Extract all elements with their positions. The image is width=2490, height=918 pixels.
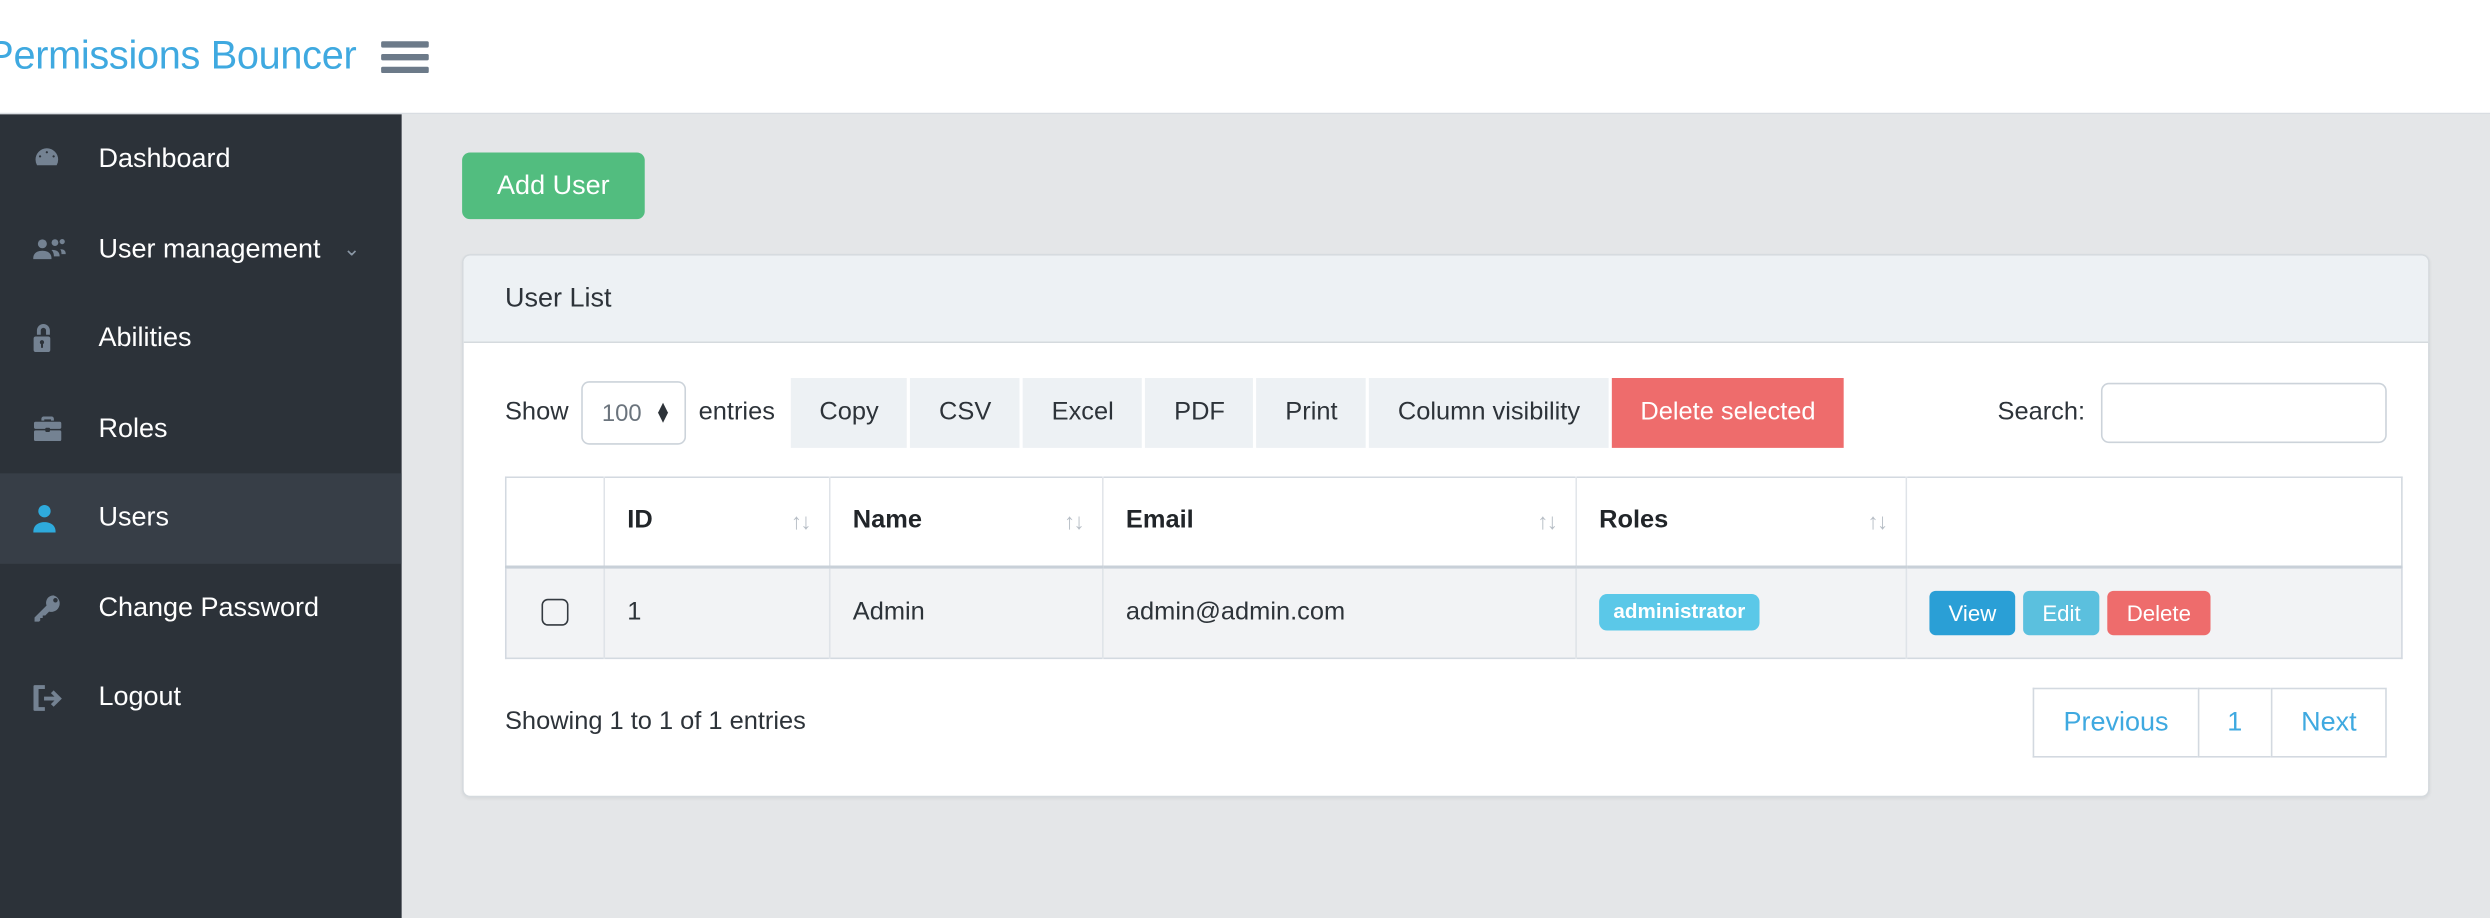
pdf-button[interactable]: PDF — [1145, 378, 1254, 448]
row-action-buttons: View Edit Delete — [1929, 590, 2378, 635]
role-badge: administrator — [1599, 594, 1760, 631]
column-visibility-button[interactable]: Column visibility — [1369, 378, 1609, 448]
hamburger-icon[interactable] — [381, 37, 430, 75]
column-header-email[interactable]: Email ↑↓ — [1102, 477, 1577, 568]
sidebar-item-label: Change Password — [98, 592, 320, 623]
unlock-icon — [32, 323, 80, 355]
hamburger-bar — [381, 40, 430, 47]
sidebar-nav: Dashboard User management ⌄ Abilities Ro… — [0, 114, 402, 918]
users-group-icon — [32, 234, 80, 264]
excel-button[interactable]: Excel — [1023, 378, 1143, 448]
print-button[interactable]: Print — [1256, 378, 1367, 448]
sidebar-item-label: Dashboard — [98, 143, 231, 174]
table-body: 1 Admin admin@admin.com administrator Vi… — [505, 565, 2402, 658]
sort-icon[interactable]: ↑↓ — [791, 509, 812, 534]
entries-length-control: Show 100 ▲ ▼ entries — [505, 381, 775, 445]
entries-select[interactable]: 100 ▲ ▼ — [581, 381, 686, 445]
sort-icon[interactable]: ↑↓ — [1867, 509, 1888, 534]
search-label: Search: — [1997, 398, 2086, 426]
sidebar-item-label: Abilities — [98, 322, 192, 353]
cell-name: Admin — [829, 565, 1104, 658]
sidebar-item-dashboard[interactable]: Dashboard — [0, 114, 402, 204]
column-header-label: Roles — [1599, 507, 1669, 535]
column-header-actions — [1906, 477, 2402, 568]
app-viewport: Permissions Bouncer Dashboard User manag… — [0, 0, 2490, 918]
column-header-select — [505, 477, 606, 568]
column-header-label: Email — [1125, 507, 1194, 535]
user-list-card: User List Show 100 ▲ ▼ entries Copy CSV … — [462, 254, 2430, 797]
delete-selected-button[interactable]: Delete selected — [1611, 378, 1845, 448]
csv-button[interactable]: CSV — [910, 378, 1020, 448]
card-title: User List — [463, 255, 2429, 344]
entries-select-value: 100 — [601, 399, 642, 427]
column-header-label: Name — [852, 507, 922, 535]
column-header-id[interactable]: ID ↑↓ — [604, 477, 831, 568]
table-head: ID ↑↓ Name ↑↓ Email ↑↓ Roles ↑↓ — [505, 477, 2402, 568]
dashboard-gauge-icon — [32, 144, 80, 174]
users-table: ID ↑↓ Name ↑↓ Email ↑↓ Roles ↑↓ 1 Admin … — [504, 476, 2403, 659]
logout-icon — [32, 683, 80, 713]
row-select-cell — [505, 565, 606, 658]
show-label: Show — [504, 398, 569, 426]
card-body: Show 100 ▲ ▼ entries Copy CSV Excel PDF … — [464, 343, 2428, 795]
delete-button[interactable]: Delete — [2107, 590, 2211, 635]
pagination-previous[interactable]: Previous — [2033, 686, 2198, 757]
sort-icon[interactable]: ↑↓ — [1064, 509, 1085, 534]
sidebar-item-label: Users — [98, 502, 169, 533]
search-input[interactable] — [2100, 382, 2387, 444]
sidebar-item-label: Logout — [98, 681, 182, 712]
app-brand-title: Permissions Bouncer — [0, 33, 357, 78]
sidebar-item-abilities[interactable]: Abilities — [0, 294, 402, 384]
copy-button[interactable]: Copy — [790, 378, 908, 448]
pagination-next[interactable]: Next — [2270, 686, 2387, 757]
hamburger-bar — [381, 53, 430, 60]
add-user-button[interactable]: Add User — [462, 152, 645, 220]
entries-info: Showing 1 to 1 of 1 entries — [504, 707, 806, 735]
chevron-down-icon[interactable]: ⌄ — [343, 239, 360, 260]
search-control: Search: — [1997, 382, 2387, 444]
key-icon — [32, 592, 80, 624]
entries-label: entries — [698, 398, 775, 426]
column-header-name[interactable]: Name ↑↓ — [829, 477, 1104, 568]
view-button[interactable]: View — [1929, 590, 2016, 635]
main-content: Add User User List Show 100 ▲▼ entries — [401, 114, 2490, 918]
table-header-row: ID ↑↓ Name ↑↓ Email ↑↓ Roles ↑↓ — [505, 477, 2402, 568]
sidebar-item-users[interactable]: Users — [0, 473, 402, 564]
table-row: 1 Admin admin@admin.com administrator Vi… — [505, 565, 2402, 658]
sidebar-item-logout[interactable]: Logout — [0, 653, 402, 743]
column-header-label: ID — [627, 507, 653, 535]
stepper-arrows-icon: ▲ ▼ — [654, 398, 672, 428]
sidebar-item-change-password[interactable]: Change Password — [0, 563, 402, 653]
pagination: Previous 1 Next — [2033, 686, 2387, 757]
edit-button[interactable]: Edit — [2023, 590, 2100, 635]
briefcase-icon — [32, 414, 80, 443]
datatable-toolbar: Show 100 ▲ ▼ entries Copy CSV Excel PDF … — [505, 378, 2387, 448]
column-header-roles[interactable]: Roles ↑↓ — [1576, 477, 1908, 568]
sort-icon[interactable]: ↑↓ — [1537, 509, 1558, 534]
datatable-footer: Showing 1 to 1 of 1 entries Previous 1 N… — [504, 686, 2387, 757]
user-icon — [32, 503, 80, 533]
cell-email: admin@admin.com — [1102, 565, 1577, 658]
row-checkbox[interactable] — [541, 598, 569, 626]
cell-actions: View Edit Delete — [1906, 565, 2402, 658]
cell-roles: administrator — [1576, 565, 1908, 658]
sidebar-item-roles[interactable]: Roles — [0, 384, 402, 474]
hamburger-bar — [381, 65, 430, 73]
export-buttons-group: Copy CSV Excel PDF Print Column visibili… — [790, 378, 1845, 448]
sidebar-item-label: User management — [98, 233, 321, 264]
top-navbar: Permissions Bouncer — [0, 0, 2490, 115]
sidebar-item-label: Roles — [98, 412, 168, 443]
pagination-page-1[interactable]: 1 — [2197, 686, 2271, 757]
cell-id: 1 — [604, 565, 831, 658]
sidebar-item-user-management[interactable]: User management ⌄ — [0, 204, 402, 294]
